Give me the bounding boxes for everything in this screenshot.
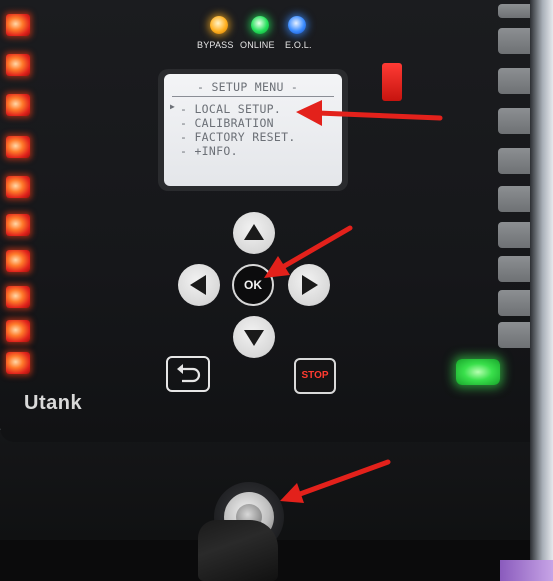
- arrow-to-lcd-icon: [296, 100, 443, 126]
- arrow-to-ok-icon: [264, 225, 353, 278]
- arrow-to-key-icon: [280, 459, 391, 503]
- device-photo: BYPASS ONLINE E.O.L. - SETUP MENU - ▶ - …: [0, 0, 553, 581]
- annotation-arrows: [264, 100, 443, 503]
